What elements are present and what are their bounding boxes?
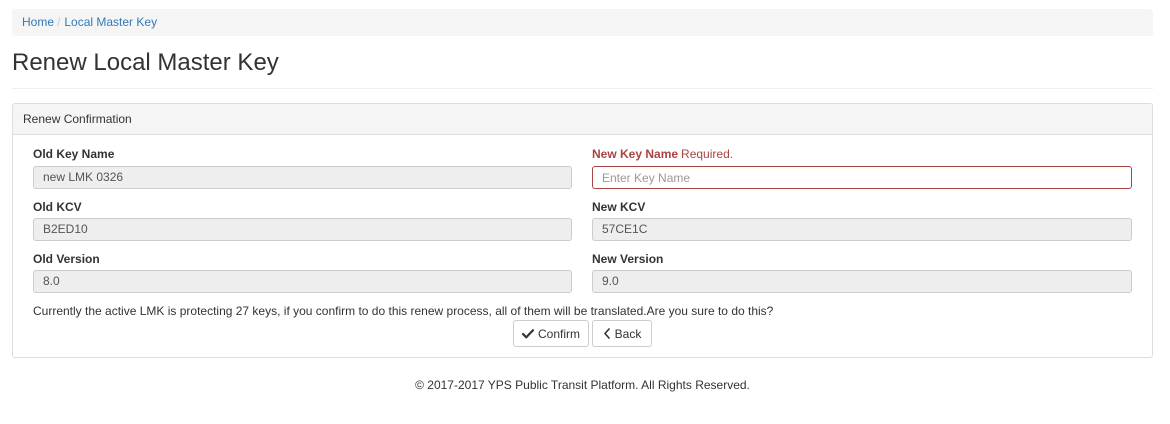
- page-title: Renew Local Master Key: [12, 49, 279, 76]
- new-key-name-label: New Key Name Required.: [592, 147, 733, 161]
- back-button[interactable]: Back: [592, 320, 652, 347]
- old-version-label: Old Version: [33, 252, 100, 266]
- new-key-name-input[interactable]: [592, 166, 1132, 189]
- old-kcv-field: B2ED10: [33, 218, 572, 241]
- back-button-label: Back: [614, 326, 642, 341]
- chevron-left-icon: [603, 328, 611, 339]
- breadcrumb: Home / Local Master Key: [12, 9, 1153, 36]
- breadcrumb-separator: /: [57, 15, 61, 29]
- new-kcv-field: 57CE1C: [592, 218, 1132, 241]
- confirm-button-label: Confirm: [537, 326, 580, 341]
- old-key-name-field: new LMK 0326: [33, 166, 572, 189]
- breadcrumb-current-link[interactable]: Local Master Key: [64, 15, 157, 29]
- breadcrumb-home-link[interactable]: Home: [22, 15, 54, 29]
- footer-copyright: © 2017-2017 YPS Public Transit Platform.…: [415, 378, 750, 392]
- renew-warning-text: Currently the active LMK is protecting 2…: [33, 304, 774, 318]
- new-key-name-label-text: New Key Name: [592, 147, 679, 161]
- title-divider: [12, 88, 1153, 89]
- renew-confirmation-panel: Renew Confirmation Old Key Name new LMK …: [12, 103, 1153, 358]
- old-version-field: 8.0: [33, 270, 572, 293]
- new-version-field: 9.0: [592, 270, 1132, 293]
- confirm-button[interactable]: Confirm: [513, 320, 589, 347]
- required-text: Required.: [681, 147, 734, 161]
- panel-heading: Renew Confirmation: [13, 104, 1152, 135]
- old-key-name-label: Old Key Name: [33, 147, 115, 161]
- new-kcv-label: New KCV: [592, 200, 646, 214]
- new-version-label: New Version: [592, 252, 664, 266]
- check-icon: [521, 328, 534, 339]
- old-kcv-label: Old KCV: [33, 200, 82, 214]
